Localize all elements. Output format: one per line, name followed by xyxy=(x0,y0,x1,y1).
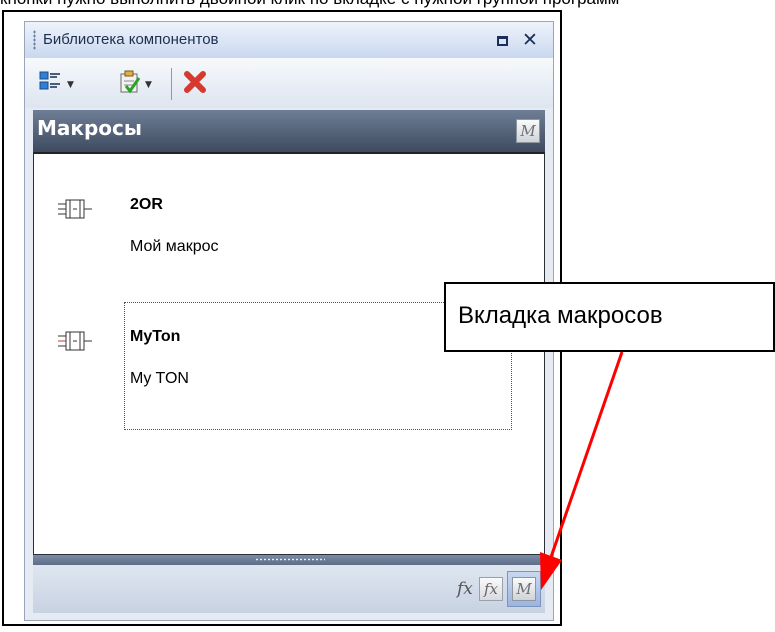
panel-title: Библиотека компонентов xyxy=(43,31,219,48)
function-blocks-tab[interactable]: fx xyxy=(479,577,503,601)
chevron-down-icon: ▼ xyxy=(67,80,74,90)
toolbar-separator xyxy=(171,68,172,100)
restore-icon xyxy=(496,36,508,46)
panel-toolbar: ▼ ▼ xyxy=(25,58,553,108)
functions-tab[interactable]: fx xyxy=(457,579,473,599)
section-title: Макросы xyxy=(37,116,142,140)
callout-text: Вкладка макросов xyxy=(458,302,663,329)
properties-icon xyxy=(120,70,141,94)
close-button[interactable]: ✕ xyxy=(519,29,541,51)
macro-tab-icon: M xyxy=(512,577,536,601)
macro-block-icon xyxy=(58,199,92,219)
macro-block-icon xyxy=(58,331,92,351)
panel-splitter[interactable] xyxy=(33,555,545,565)
macro-name: MyTon xyxy=(130,328,181,345)
delete-icon xyxy=(184,71,206,93)
properties-button[interactable]: ▼ xyxy=(119,70,159,98)
splitter-grip-icon xyxy=(255,558,325,561)
restore-button[interactable] xyxy=(491,29,513,51)
macro-description: My TON xyxy=(130,370,189,387)
delete-button[interactable] xyxy=(183,70,211,98)
list-view-icon xyxy=(39,71,60,90)
list-item[interactable]: 2OR Мой макрос xyxy=(34,194,514,304)
list-item[interactable]: MyTon My TON xyxy=(34,302,514,430)
section-header: Макросы M xyxy=(33,110,545,152)
view-mode-button[interactable]: ▼ xyxy=(39,70,79,98)
chevron-down-icon: ▼ xyxy=(145,80,152,90)
macro-badge-icon: M xyxy=(516,119,540,143)
panel-titlebar[interactable]: Библиотека компонентов ✕ xyxy=(25,22,553,59)
macros-tab[interactable]: M xyxy=(507,571,541,607)
clipped-caption-text: кнопки нужно выполнить двойной клик по в… xyxy=(0,0,775,9)
macro-list: 2OR Мой макрос MyTon My TON xyxy=(33,152,545,555)
group-tab-bar: fx fx M xyxy=(33,565,545,613)
drag-grip-icon[interactable] xyxy=(33,30,36,50)
macro-description: Мой макрос xyxy=(130,238,219,255)
macro-name: 2OR xyxy=(130,196,163,213)
annotation-callout: Вкладка макросов xyxy=(444,282,775,352)
